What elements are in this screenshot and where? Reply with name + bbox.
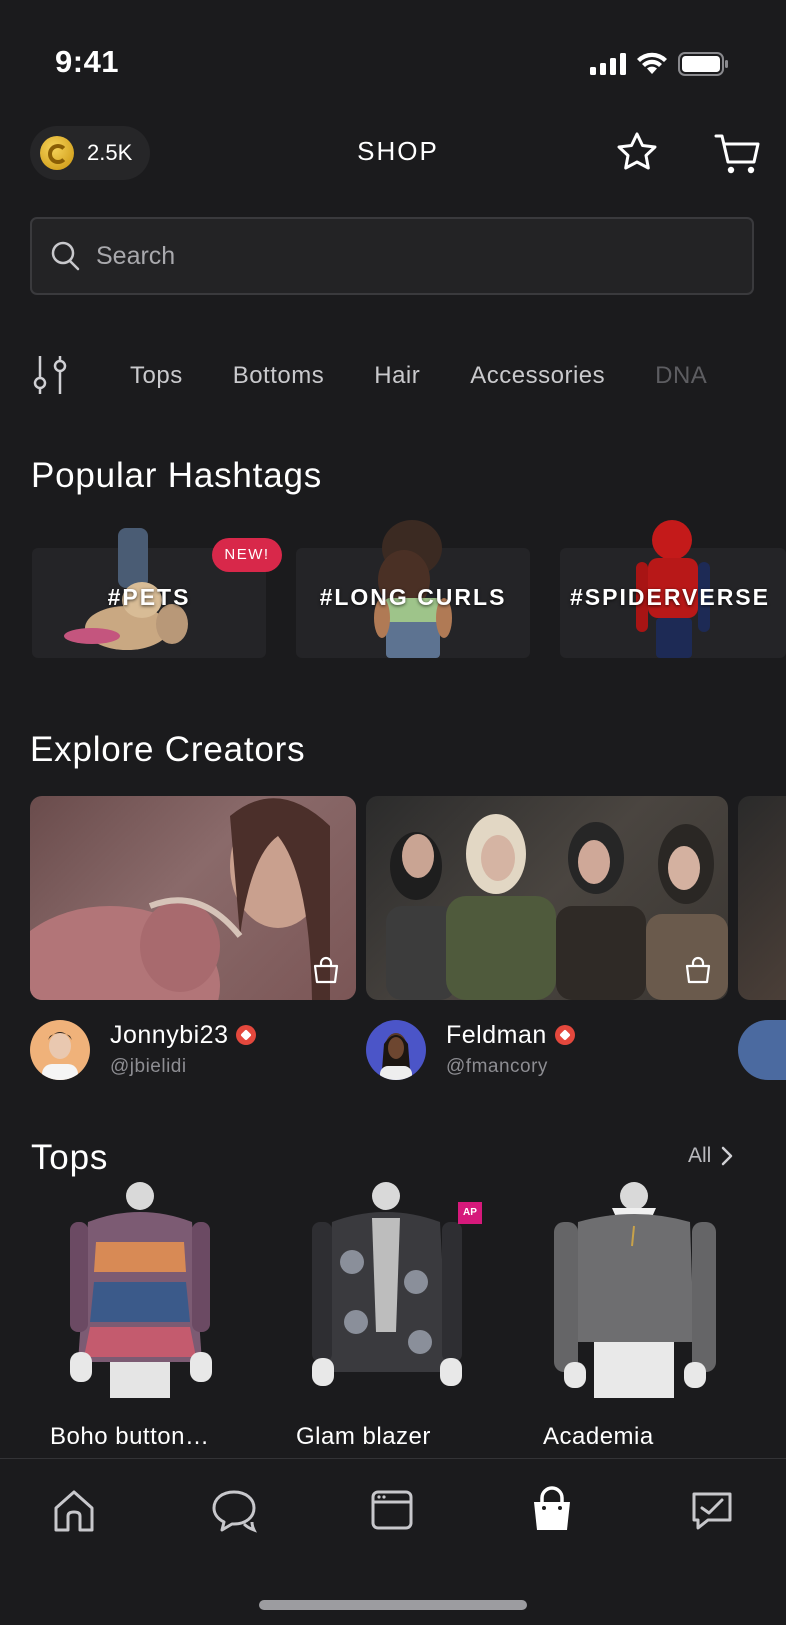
tab-home[interactable] — [50, 1486, 98, 1534]
search-icon — [51, 241, 80, 271]
product-card-boho-button[interactable] — [30, 1182, 252, 1398]
tab-hair[interactable]: Hair — [374, 362, 420, 390]
hashtag-label: #SPIDERVERSE — [570, 584, 770, 610]
signal-icon — [590, 53, 626, 75]
product-name: Glam blazer — [296, 1423, 431, 1450]
avatar-feldman[interactable] — [366, 1020, 426, 1080]
shopping-bag-icon — [685, 956, 711, 984]
battery-icon — [678, 52, 728, 76]
product-card-academia[interactable] — [524, 1182, 746, 1398]
shopping-bag-icon — [313, 956, 339, 984]
tab-activity[interactable] — [688, 1486, 736, 1534]
new-badge: NEW! — [212, 538, 282, 572]
home-indicator — [259, 1600, 527, 1610]
avatar-art — [380, 1033, 412, 1080]
search-bar[interactable] — [30, 217, 754, 295]
creator-info-jonnybi23: Jonnybi23 @jbielidi — [110, 1021, 257, 1078]
star-icon — [617, 132, 657, 170]
hashtag-card-long-curls[interactable]: #LONG CURLS — [296, 520, 530, 658]
avatar-next[interactable] — [738, 1020, 786, 1080]
hashtag-label: #LONG CURLS — [319, 584, 507, 610]
ap-badge: AP — [458, 1202, 482, 1224]
activity-icon — [692, 1492, 732, 1530]
creator-art — [386, 814, 728, 1000]
page-title: SHOP — [357, 136, 439, 166]
creator-image-next[interactable] — [738, 796, 786, 1000]
creators-heading: Explore Creators — [30, 730, 306, 769]
avatar-art — [42, 1032, 78, 1080]
category-tabs: Tops Bottoms Hair Accessories DNA — [130, 362, 707, 390]
tab-chat[interactable] — [210, 1486, 258, 1534]
creator-name-row: Jonnybi23 — [110, 1021, 257, 1050]
all-label: All — [688, 1144, 712, 1167]
cart-icon — [714, 134, 760, 174]
cart-button[interactable] — [712, 126, 762, 178]
tab-accessories[interactable]: Accessories — [470, 362, 605, 390]
hashtags-heading: Popular Hashtags — [31, 456, 323, 495]
wifi-icon — [637, 52, 667, 74]
product-image — [70, 1182, 212, 1398]
tab-tops[interactable]: Tops — [130, 362, 183, 390]
product-name: Academia — [543, 1423, 654, 1450]
creator-image-jonnybi23[interactable] — [30, 796, 356, 1000]
creator-handle: @jbielidi — [110, 1056, 187, 1077]
tab-shop[interactable] — [528, 1486, 576, 1534]
chevron-right-icon — [722, 1146, 733, 1166]
tops-see-all-link[interactable]: All — [688, 1144, 733, 1168]
tab-bottoms[interactable]: Bottoms — [233, 362, 325, 390]
shop-icon — [534, 1486, 570, 1530]
tops-heading: Tops — [31, 1138, 109, 1177]
sliders-icon — [33, 356, 67, 394]
hashtag-label: #PETS — [107, 584, 191, 610]
verified-badge-icon — [236, 1025, 257, 1045]
tab-dna[interactable]: DNA — [655, 362, 707, 390]
tab-feed[interactable] — [368, 1486, 416, 1534]
hashtag-card-spiderverse[interactable]: #SPIDERVERSE — [560, 520, 786, 658]
status-time: 9:41 — [55, 44, 120, 79]
home-icon — [54, 1490, 94, 1532]
filter-button[interactable] — [30, 350, 70, 400]
avatar-jonnybi23[interactable] — [30, 1020, 90, 1080]
creator-name: Feldman — [446, 1021, 547, 1049]
creator-handle: @fmancory — [446, 1056, 548, 1077]
creator-name-row: Feldman — [446, 1021, 575, 1050]
chat-icon — [212, 1490, 257, 1533]
search-input[interactable] — [94, 240, 698, 272]
feed-icon — [371, 1490, 413, 1530]
product-name: Boho button… — [50, 1423, 210, 1450]
creator-name: Jonnybi23 — [110, 1021, 229, 1049]
status-icons — [590, 52, 728, 76]
favorites-button[interactable] — [612, 126, 662, 178]
creator-image-feldman[interactable] — [366, 796, 728, 1000]
verified-badge-icon — [554, 1025, 575, 1045]
creator-art — [30, 798, 330, 1000]
creator-info-feldman: Feldman @fmancory — [446, 1021, 575, 1078]
product-image — [554, 1182, 716, 1398]
